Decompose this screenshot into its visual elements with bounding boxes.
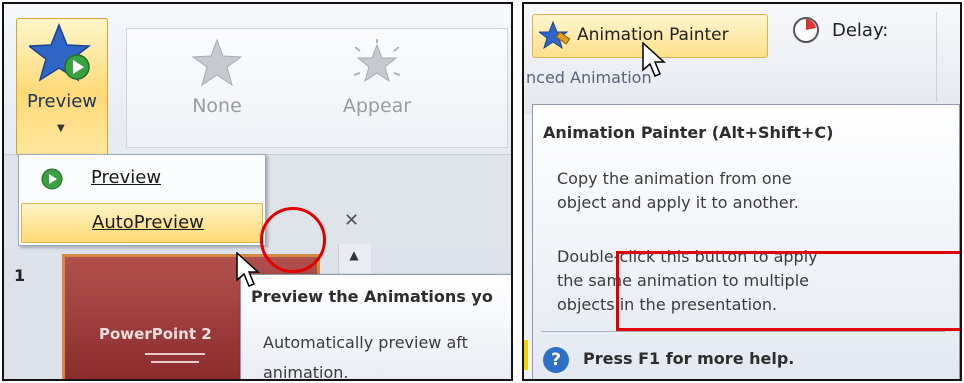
slide-subtitle-line [145,353,205,355]
tooltip-paragraph-2: Double-click this button to apply the sa… [557,245,818,317]
menu-item-preview[interactable]: Preview [21,159,263,199]
delay-control[interactable]: Delay: [792,16,888,49]
star-burst-icon [353,39,401,83]
preview-dropdown-menu: Preview AutoPreview [18,154,266,246]
menu-item-label: AutoPreview [92,212,204,233]
gallery-item-label: None [192,95,242,117]
clock-icon [793,17,819,43]
star-outline-icon [191,38,243,87]
preview-button-label: Preview [26,91,98,112]
ribbon-divider [936,12,957,102]
annotation-red-line [616,328,960,331]
slide-number: 1 [14,266,26,285]
tooltip-paragraph-1: Copy the animation from one object and a… [557,167,799,215]
annotation-red-line [616,251,960,254]
animation-painter-tooltip: Animation Painter (Alt+Shift+C) Copy the… [532,104,960,379]
tooltip-line: Copy the animation from one [557,169,792,188]
preview-button[interactable]: Preview ▼ [16,18,108,156]
tooltip-line: the same animation to multiple [557,271,809,290]
tooltip-title: Animation Painter (Alt+Shift+C) [543,123,834,142]
right-screenshot-panel: Animation Painter Delay: nced Animation … [522,2,962,381]
slide-subtitle-line [151,361,199,363]
animations-ribbon: Preview ▼ None Appear [4,4,511,156]
annotation-red-circle [260,207,326,273]
advanced-animation-ribbon: Animation Painter Delay: nced Animation [524,4,960,114]
gallery-item-appear[interactable]: Appear [317,39,437,117]
help-icon: ? [543,347,569,373]
annotation-red-line [616,251,619,331]
tooltip-line: Double-click this button to apply [557,247,818,266]
tooltip-line: object and apply it to another. [557,193,799,212]
menu-item-label: Preview [91,167,162,188]
animation-gallery: None Appear [126,28,508,148]
play-circle-icon [41,168,63,190]
tooltip-body-line: animation. [263,363,349,381]
scroll-up-arrow-icon[interactable]: ▲ [344,248,364,268]
gallery-item-label: Appear [342,95,412,117]
animation-painter-icon [539,21,571,50]
ribbon-group-label: nced Animation [526,68,652,87]
mouse-cursor-icon [236,252,260,287]
background-edge [524,340,528,370]
tooltip-body-line: Automatically preview aft [263,333,468,352]
mouse-cursor-icon [642,42,666,77]
chevron-down-icon: ▼ [57,123,65,134]
left-screenshot-panel: Preview ▼ None Appear 1 PowerPoint 2 ✕ ▲… [2,2,513,381]
slide-title: PowerPoint 2 [99,325,212,343]
delay-label: Delay: [832,20,889,41]
tooltip-title: Preview the Animations yo [251,287,493,306]
preview-star-icon [29,23,92,82]
tooltip-line: objects in the presentation. [557,295,778,314]
tooltip-help-text: Press F1 for more help. [583,349,795,368]
tooltip-separator [541,331,945,332]
menu-item-autopreview[interactable]: AutoPreview [21,203,263,243]
close-icon[interactable]: ✕ [344,210,359,231]
gallery-item-none[interactable]: None [157,38,277,117]
preview-tooltip: Preview the Animations yo Automatically … [240,274,511,381]
